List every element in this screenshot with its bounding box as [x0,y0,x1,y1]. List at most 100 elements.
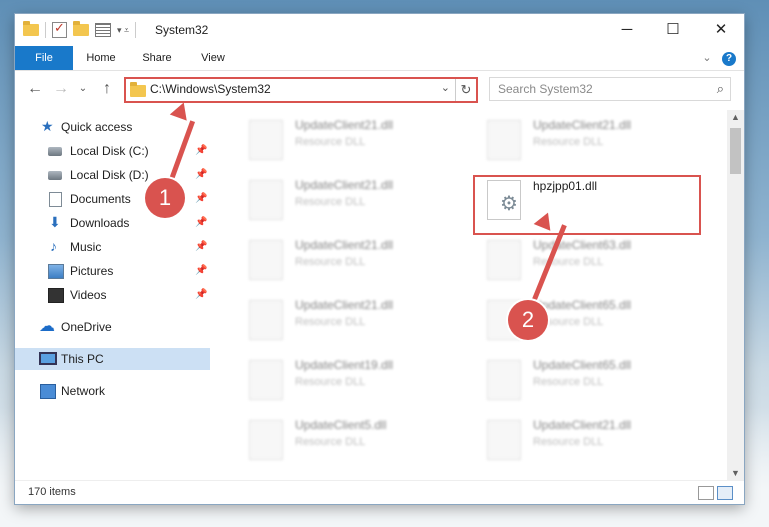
file-type: Resource DLL [533,136,604,148]
new-folder-icon[interactable] [73,21,89,36]
properties-check-icon[interactable] [52,20,67,38]
sidebar-item-network[interactable]: Network [15,380,210,402]
pin-icon[interactable]: 📌 [195,188,207,210]
forward-arrow-icon[interactable]: → [51,80,71,98]
star-icon: ★ [41,118,54,134]
pin-icon[interactable]: 📌 [195,164,207,186]
list-item[interactable]: UpdateClient21.dll Resource DLL [475,414,695,462]
customize-toolbar-chevron-icon[interactable]: ▾ ⩡ [117,25,129,36]
sidebar-item-label: Downloads [70,216,130,230]
quick-access-toolbar: ▾ ⩡ [23,20,137,38]
tab-view[interactable]: View [191,46,235,70]
up-arrow-icon[interactable]: ↑ [97,80,117,98]
pin-icon[interactable]: 📌 [195,284,207,306]
file-name: UpdateClient65.dll [533,358,632,372]
address-path[interactable]: C:\Windows\System32 [150,82,271,96]
refresh-icon[interactable]: ↻ [455,79,476,101]
sidebar-item-pictures[interactable]: Pictures 📌 [15,260,210,282]
large-icons-view-icon[interactable] [717,486,733,500]
onedrive-icon: ☁ [39,318,55,335]
dll-file-icon [249,240,283,280]
file-name: UpdateClient63.dll [533,238,632,252]
folder-icon [130,82,146,97]
callout-2: 2 [508,300,548,340]
file-name: UpdateClient65.dll [533,298,632,312]
callout-1: 1 [145,178,185,218]
list-item[interactable]: UpdateClient21.dll Resource DLL [237,234,457,282]
navigation-bar: ← → ⌄ ↑ C:\Windows\System32 ⌄ ↻ Search S… [15,71,744,107]
file-type: Resource DLL [295,256,366,268]
dll-file-icon [249,180,283,220]
scroll-up-icon[interactable]: ▲ [727,112,744,122]
maximize-icon[interactable]: ☐ [650,14,696,46]
scrollbar-thumb[interactable] [730,128,741,174]
scroll-down-icon[interactable]: ▼ [727,468,744,478]
tab-home[interactable]: Home [79,46,123,70]
videos-icon [48,288,64,303]
recent-locations-chevron-icon[interactable]: ⌄ [73,83,93,94]
pin-icon[interactable]: 📌 [195,236,207,258]
file-name: UpdateClient21.dll [533,118,632,132]
list-item[interactable]: UpdateClient19.dll Resource DLL [237,354,457,402]
tab-share[interactable]: Share [135,46,179,70]
file-type: Resource DLL [533,376,604,388]
dll-file-icon [249,300,283,340]
pin-icon[interactable]: 📌 [195,212,207,234]
search-placeholder[interactable]: Search System32 [498,82,593,96]
file-type: Resource DLL [295,136,366,148]
downloads-icon: ⬇ [49,214,61,230]
sidebar-item-music[interactable]: ♪ Music 📌 [15,236,210,258]
sidebar-item-local-disk-d[interactable]: Local Disk (D:) 📌 [15,164,210,186]
sidebar-item-label: Local Disk (D:) [70,168,149,182]
view-properties-icon[interactable] [95,23,111,37]
file-type: Resource DLL [295,376,366,388]
close-icon[interactable]: ✕ [698,14,744,46]
dll-file-icon [249,420,283,460]
pin-icon[interactable]: 📌 [195,140,207,162]
disk-icon [48,147,62,156]
dll-file-icon [487,420,521,460]
dll-file-icon [487,360,521,400]
file-explorer-window: ▾ ⩡ System32 ─ ☐ ✕ File Home Share View … [15,14,744,504]
toolbar-separator [135,22,137,38]
documents-icon [49,192,62,207]
sidebar-item-label: Videos [70,288,107,302]
address-dropdown-chevron-icon[interactable]: ⌄ [441,81,450,94]
list-item[interactable]: UpdateClient5.dll Resource DLL [237,414,457,462]
dll-file-icon [249,360,283,400]
sidebar-item-this-pc[interactable]: This PC [15,348,210,370]
sidebar-item-label: Music [70,240,102,254]
sidebar-item-label: Documents [70,192,131,206]
file-name: UpdateClient19.dll [295,358,394,372]
list-item[interactable]: UpdateClient21.dll Resource DLL [237,114,457,162]
list-item[interactable]: UpdateClient21.dll Resource DLL [475,114,695,162]
sidebar-item-onedrive[interactable]: ☁ OneDrive [15,316,210,338]
vertical-scrollbar[interactable]: ▲ ▼ [727,110,744,480]
this-pc-icon [39,352,57,365]
pin-icon[interactable]: 📌 [195,260,207,282]
list-item[interactable]: UpdateClient63.dll Resource DLL [475,234,695,282]
sidebar-item-quick-access[interactable]: ★ Quick access [15,116,210,138]
file-type: Resource DLL [533,436,604,448]
file-type: Resource DLL [295,316,366,328]
sidebar-item-videos[interactable]: Videos 📌 [15,284,210,306]
file-name: UpdateClient21.dll [295,178,394,192]
details-view-icon[interactable] [698,486,714,500]
dll-file-icon [249,120,283,160]
sidebar-item-label: OneDrive [61,320,112,334]
list-item[interactable]: UpdateClient21.dll Resource DLL [237,294,457,342]
ribbon-tabs: File Home Share View ⌄ ? [15,46,744,71]
list-item[interactable]: UpdateClient21.dll Resource DLL [237,174,457,222]
help-icon[interactable]: ? [719,46,739,70]
sidebar-item-downloads[interactable]: ⬇ Downloads 📌 [15,212,210,234]
folder-icon [23,21,39,36]
dll-file-icon [487,120,521,160]
minimize-icon[interactable]: ─ [604,14,650,46]
back-arrow-icon[interactable]: ← [25,80,45,98]
sidebar-item-label: Pictures [70,264,114,278]
search-box[interactable]: Search System32 ⌕ [489,77,731,101]
tab-file[interactable]: File [15,46,73,70]
search-icon[interactable]: ⌕ [717,81,724,97]
expand-ribbon-chevron-icon[interactable]: ⌄ [697,46,717,70]
list-item[interactable]: UpdateClient65.dll Resource DLL [475,354,695,402]
